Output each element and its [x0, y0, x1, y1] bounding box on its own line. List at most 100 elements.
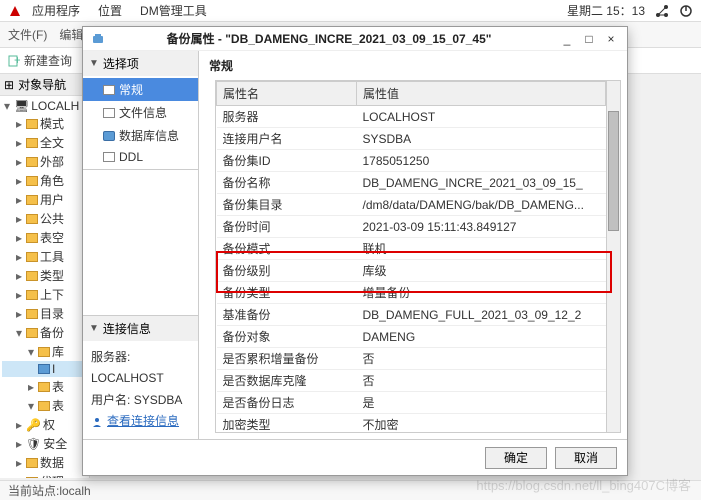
tree-item[interactable]: ▾表 [2, 396, 87, 415]
prop-name: 备份集目录 [217, 194, 357, 216]
table-row[interactable]: 备份对象DAMENG [217, 326, 606, 348]
vertical-scrollbar[interactable] [606, 81, 620, 432]
table-row[interactable]: 备份集ID1785051250 [217, 150, 606, 172]
table-row[interactable]: 备份模式联机 [217, 238, 606, 260]
dialog-icon [91, 32, 105, 46]
new-query-button[interactable]: + 新建查询 [8, 52, 72, 69]
conn-server: 服务器: LOCALHOST [91, 347, 190, 390]
tree-item[interactable]: ▸工具 [2, 247, 87, 266]
table-row[interactable]: 是否累积增量备份否 [217, 348, 606, 370]
table-row[interactable]: 是否备份日志是 [217, 392, 606, 414]
menu-file[interactable]: 文件(F) [8, 26, 47, 43]
menu-dmtool[interactable]: DM管理工具 [140, 2, 207, 19]
table-row[interactable]: 加密类型不加密 [217, 414, 606, 433]
backup-properties-dialog: 备份属性 - "DB_DAMENG_INCRE_2021_03_09_15_07… [82, 26, 628, 476]
new-query-icon: + [8, 55, 20, 67]
chevron-down-icon: ▼ [89, 323, 99, 334]
tree-item[interactable]: ▸目录 [2, 304, 87, 323]
table-row[interactable]: 备份集目录/dm8/data/DAMENG/bak/DB_DAMENG... [217, 194, 606, 216]
table-row[interactable]: 备份级别库级 [217, 260, 606, 282]
menu-places[interactable]: 位置 [98, 2, 122, 19]
table-row[interactable]: 备份类型增量备份 [217, 282, 606, 304]
dialog-titlebar[interactable]: 备份属性 - "DB_DAMENG_INCRE_2021_03_09_15_07… [83, 27, 627, 51]
prop-value: 是 [357, 392, 606, 414]
key-icon: 🔑 [26, 418, 41, 432]
nav-icon: ⊞ [4, 78, 14, 92]
col-value[interactable]: 属性值 [357, 82, 606, 106]
tree-item[interactable]: ▸上下 [2, 285, 87, 304]
minimize-button[interactable]: _ [559, 32, 575, 46]
close-button[interactable]: × [603, 32, 619, 46]
tree-item[interactable]: ▸🔑权 [2, 415, 87, 434]
status-site-label: 当前站点: [8, 482, 59, 499]
folder-icon [26, 233, 38, 243]
prop-name: 是否累积增量备份 [217, 348, 357, 370]
tree-item[interactable]: ▸全文 [2, 133, 87, 152]
prop-name: 加密类型 [217, 414, 357, 433]
prop-name: 基准备份 [217, 304, 357, 326]
network-icon[interactable] [655, 4, 669, 18]
tree-item[interactable]: ▸公共 [2, 209, 87, 228]
select-section-header[interactable]: ▼ 选择项 [83, 51, 198, 76]
table-row[interactable]: 是否数据库克隆否 [217, 370, 606, 392]
sidebar-item-dbinfo[interactable]: 数据库信息 [83, 124, 198, 147]
scrollbar-thumb[interactable] [608, 111, 619, 231]
prop-name: 备份级别 [217, 260, 357, 282]
table-row[interactable]: 基准备份DB_DAMENG_FULL_2021_03_09_12_2 [217, 304, 606, 326]
sidebar-item-ddl[interactable]: DDL [83, 147, 198, 167]
tree-item[interactable]: ▸模式 [2, 114, 87, 133]
table-row[interactable]: 服务器LOCALHOST [217, 106, 606, 128]
select-header-label: 选择项 [103, 55, 139, 72]
sidebar-item-general[interactable]: 常规 [83, 78, 198, 101]
tree-item[interactable]: ▸外部 [2, 152, 87, 171]
tree-item[interactable]: ▸表 [2, 377, 87, 396]
doc-icon [103, 152, 115, 162]
col-name[interactable]: 属性名 [217, 82, 357, 106]
folder-icon [26, 252, 38, 262]
prop-name: 是否数据库克隆 [217, 370, 357, 392]
prop-name: 备份类型 [217, 282, 357, 304]
table-row[interactable]: 备份时间2021-03-09 15:11:43.849127 [217, 216, 606, 238]
tree-backup[interactable]: ▾备份 [2, 323, 87, 342]
ok-button[interactable]: 确定 [485, 447, 547, 469]
table-row[interactable]: 备份名称DB_DAMENG_INCRE_2021_03_09_15_ [217, 172, 606, 194]
tree-item-selected[interactable]: I [2, 361, 87, 377]
folder-icon [26, 176, 38, 186]
system-menubar: 应用程序 位置 DM管理工具 星期二 15：13 [0, 0, 701, 22]
prop-value: 联机 [357, 238, 606, 260]
table-row[interactable]: 连接用户名SYSDBA [217, 128, 606, 150]
maximize-button[interactable]: □ [581, 32, 597, 46]
tree-item[interactable]: ▸类型 [2, 266, 87, 285]
tree-item[interactable]: ▸表空 [2, 228, 87, 247]
folder-icon [38, 382, 50, 392]
dialog-content: 常规 属性名 属性值 服务器LOCALHOST连接用户名SYSDBA备份集ID1… [199, 51, 627, 439]
folder-icon [26, 157, 38, 167]
user-icon [91, 416, 103, 428]
folder-icon [38, 401, 50, 411]
tree-item[interactable]: ▸用户 [2, 190, 87, 209]
menu-edit[interactable]: 编辑 [59, 26, 83, 43]
conn-view-link[interactable]: 查看连接信息 [91, 411, 190, 433]
prop-value: 否 [357, 348, 606, 370]
content-title: 常规 [199, 51, 627, 80]
backup-icon [38, 364, 50, 374]
folder-icon [26, 309, 38, 319]
tree-item[interactable]: ▸角色 [2, 171, 87, 190]
prop-name: 备份名称 [217, 172, 357, 194]
folder-icon [26, 138, 38, 148]
menu-apps[interactable]: 应用程序 [32, 2, 80, 19]
tree-root[interactable]: ▾🖥LOCALH [2, 98, 87, 114]
prop-value: 增量备份 [357, 282, 606, 304]
prop-name: 是否备份日志 [217, 392, 357, 414]
folder-icon [26, 119, 38, 129]
prop-name: 备份集ID [217, 150, 357, 172]
tree-item[interactable]: ▾库 [2, 342, 87, 361]
sidebar-item-fileinfo[interactable]: 文件信息 [83, 101, 198, 124]
cancel-button[interactable]: 取消 [555, 447, 617, 469]
tree-item[interactable]: ▸数据 [2, 453, 87, 472]
power-icon[interactable] [679, 4, 693, 18]
conn-section-header[interactable]: ▼ 连接信息 [83, 316, 198, 341]
tree-item[interactable]: ▸代理 [2, 472, 87, 478]
tree-item[interactable]: ▸🛡安全 [2, 434, 87, 453]
folder-icon [26, 458, 38, 468]
